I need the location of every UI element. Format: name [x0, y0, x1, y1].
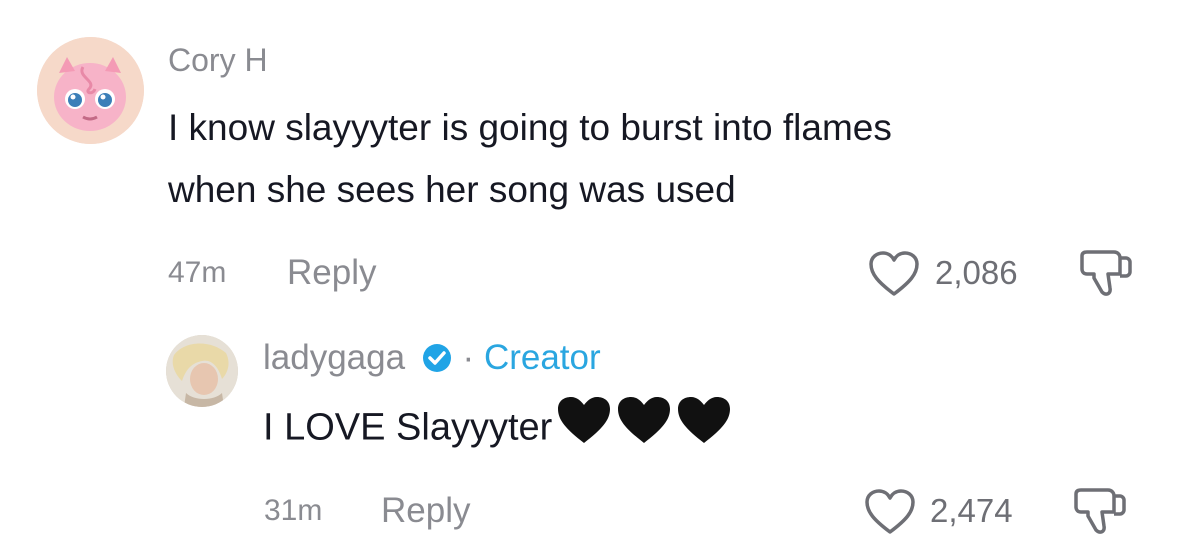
avatar[interactable] — [37, 37, 144, 144]
verified-check-icon — [422, 344, 451, 372]
comment-username[interactable]: ladygaga — [263, 338, 405, 377]
creator-badge: Creator — [483, 338, 601, 377]
black-heart-icon — [556, 395, 612, 464]
reply-button[interactable]: Reply — [287, 253, 376, 293]
thumbs-down-icon[interactable] — [1072, 486, 1128, 543]
separator-dot: · — [462, 338, 475, 377]
comment-text: I know slayyyter is going to burst into … — [168, 97, 892, 221]
comment-username[interactable]: Cory H — [168, 42, 268, 79]
thumbs-down-icon[interactable] — [1078, 248, 1134, 305]
reply-username-line: ladygaga · Creator — [263, 338, 601, 378]
comment-timestamp: 31m — [264, 494, 323, 527]
comment-text-line: I know slayyyter is going to burst into … — [168, 107, 892, 148]
user-photo-avatar-icon — [166, 335, 238, 407]
comment-text-line: I LOVE Slayyyter — [263, 406, 553, 449]
comment-text: I LOVE Slayyyter — [263, 395, 732, 464]
heart-outline-icon[interactable] — [864, 488, 916, 541]
comment-timestamp: 47m — [168, 256, 227, 289]
heart-outline-icon[interactable] — [868, 250, 920, 303]
jigglypuff-avatar-icon — [37, 37, 144, 144]
avatar[interactable] — [166, 335, 238, 407]
black-heart-icon — [616, 395, 672, 464]
like-count: 2,086 — [935, 254, 1018, 291]
like-count: 2,474 — [930, 492, 1013, 529]
black-heart-icon — [676, 395, 732, 464]
comment-text-line: when she sees her song was used — [168, 169, 736, 210]
reply-button[interactable]: Reply — [381, 491, 470, 531]
